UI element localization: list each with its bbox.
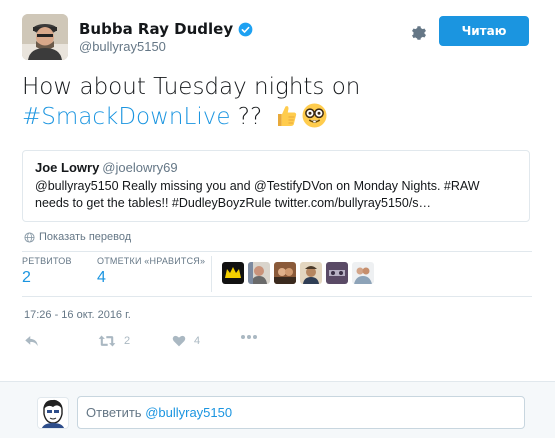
author-name[interactable]: Bubba Ray Dudley bbox=[79, 20, 233, 38]
gear-icon[interactable] bbox=[410, 24, 428, 42]
heart-icon bbox=[172, 335, 186, 347]
quoted-tweet[interactable]: Joe Lowry @joelowry69 @bullyray5150 Reall… bbox=[22, 150, 530, 222]
nerd-face-icon bbox=[301, 102, 328, 129]
likes-label: ОТМЕТКИ «НРАВИТСЯ» bbox=[97, 256, 206, 266]
reply-placeholder-mention: @bullyray5150 bbox=[145, 405, 233, 420]
retweets-count: 2 bbox=[22, 269, 31, 286]
retweet-count: 2 bbox=[124, 335, 131, 347]
user-avatar bbox=[37, 397, 69, 429]
tweet-header: Bubba Ray Dudley @bullyray5150 Читаю bbox=[22, 14, 532, 60]
tweet-stats: РЕТВИТОВ 2 ОТМЕТКИ «НРАВИТСЯ» 4 bbox=[22, 256, 532, 294]
like-action[interactable]: 4 bbox=[172, 334, 200, 347]
author-handle[interactable]: @bullyray5150 bbox=[79, 39, 166, 54]
reply-placeholder-prefix: Ответить bbox=[86, 405, 146, 420]
globe-icon bbox=[24, 231, 35, 243]
retweets-stat[interactable]: РЕТВИТОВ 2 bbox=[22, 256, 72, 287]
retweets-label: РЕТВИТОВ bbox=[22, 256, 72, 266]
more-action[interactable] bbox=[240, 334, 266, 340]
reply-area: Ответить @bullyray5150 bbox=[0, 381, 555, 438]
tweet-text-start: How about Tuesday nights on bbox=[22, 74, 361, 100]
quote-header: Joe Lowry @joelowry69 bbox=[35, 160, 517, 175]
liker-avatar[interactable] bbox=[222, 262, 244, 284]
quote-text: @bullyray5150 Really missing you and @Te… bbox=[35, 179, 480, 210]
quote-author-handle: @joelowry69 bbox=[102, 160, 178, 175]
hashtag-link[interactable]: #SmackDownLive bbox=[22, 104, 230, 130]
verified-badge-icon bbox=[238, 22, 253, 37]
retweet-action[interactable]: 2 bbox=[98, 334, 130, 348]
liker-avatar[interactable] bbox=[274, 262, 296, 284]
translate-link[interactable]: Показать перевод bbox=[24, 231, 131, 243]
retweet-icon bbox=[98, 335, 116, 347]
liker-avatar[interactable] bbox=[248, 262, 270, 284]
tweet-text-end: ?? bbox=[230, 104, 263, 130]
author-name-row: Bubba Ray Dudley bbox=[79, 20, 253, 38]
liker-avatar[interactable] bbox=[352, 262, 374, 284]
likes-stat[interactable]: ОТМЕТКИ «НРАВИТСЯ» 4 bbox=[97, 256, 205, 287]
quote-author-name: Joe Lowry bbox=[35, 160, 100, 175]
likers-avatars bbox=[222, 262, 378, 284]
author-avatar[interactable] bbox=[22, 14, 68, 60]
reply-icon bbox=[25, 336, 38, 346]
tweet-text: How about Tuesday nights on #SmackDownLi… bbox=[22, 72, 532, 132]
tweet-timestamp[interactable]: 17:26 - 16 окт. 2016 г. bbox=[24, 309, 131, 321]
divider bbox=[22, 251, 532, 252]
likes-count: 4 bbox=[97, 269, 106, 286]
follow-button[interactable]: Читаю bbox=[439, 16, 529, 46]
more-dots-icon bbox=[241, 335, 257, 339]
divider bbox=[22, 296, 532, 297]
liker-avatar[interactable] bbox=[300, 262, 322, 284]
stats-separator bbox=[211, 256, 212, 292]
reply-action[interactable] bbox=[24, 334, 47, 348]
translate-label: Показать перевод bbox=[39, 231, 132, 243]
like-count: 4 bbox=[194, 334, 201, 347]
reply-input[interactable]: Ответить @bullyray5150 bbox=[77, 396, 525, 429]
thumbs-up-icon bbox=[272, 102, 299, 129]
liker-avatar[interactable] bbox=[326, 262, 348, 284]
